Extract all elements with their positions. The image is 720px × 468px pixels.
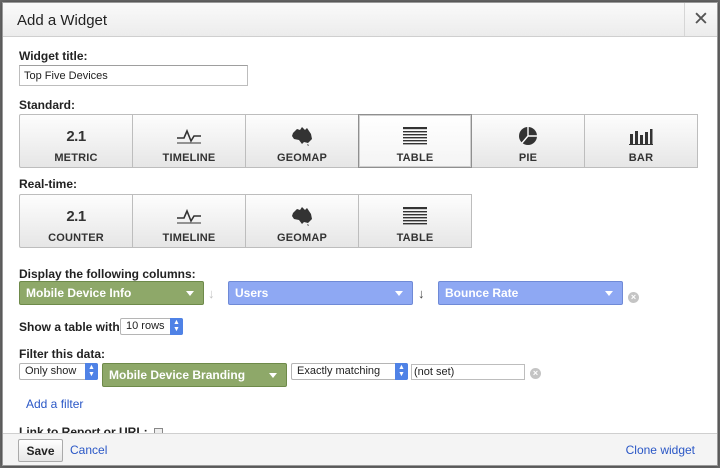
column-select-mobile-device-info[interactable]: Mobile Device Info: [19, 281, 204, 305]
close-button[interactable]: ✕: [684, 3, 717, 36]
filter-mode-value: Only show: [25, 365, 77, 377]
tile-label: TABLE: [396, 152, 434, 164]
widget-title-label: Widget title:: [19, 49, 88, 63]
tile-label: TIMELINE: [162, 232, 216, 244]
filter-value-input[interactable]: [411, 364, 525, 380]
caret-down-icon: [186, 291, 194, 296]
standard-timeline-tile[interactable]: TIMELINE: [132, 114, 246, 168]
filter-label: Filter this data:: [19, 347, 106, 361]
dialog-title: Add a Widget: [17, 12, 108, 29]
caret-down-icon: [605, 291, 613, 296]
stepper-icon: ▲ ▼: [85, 363, 98, 380]
arrow-down-icon: ↓: [418, 286, 425, 301]
tile-label: METRIC: [54, 152, 98, 164]
link-report-text: Link to Report or URL:: [19, 425, 148, 433]
column-select-value: Users: [235, 286, 269, 300]
standard-bar-tile[interactable]: BAR: [584, 114, 698, 168]
tile-label: TIMELINE: [162, 152, 216, 164]
column-select-users[interactable]: Users: [228, 281, 413, 305]
columns-label: Display the following columns:: [19, 267, 196, 281]
dialog-titlebar: Add a Widget ✕: [3, 3, 717, 37]
realtime-geomap-tile[interactable]: GEOMAP: [245, 194, 359, 248]
link-report-label: Link to Report or URL:: [19, 425, 163, 433]
filter-match-value: Exactly matching: [297, 365, 381, 377]
standard-metric-tile[interactable]: 2.1 METRIC: [19, 114, 133, 168]
caret-down-icon: [269, 373, 277, 378]
geomap-icon: [290, 204, 314, 228]
rows-select-value: 10 rows: [126, 320, 165, 332]
standard-geomap-tile[interactable]: GEOMAP: [245, 114, 359, 168]
number-icon: 2.1: [66, 127, 86, 145]
remove-column-icon[interactable]: ×: [628, 292, 639, 303]
filter-mode-select[interactable]: Only show ▲ ▼: [19, 363, 98, 380]
geomap-icon: [290, 124, 314, 148]
show-table-label: Show a table with: [19, 320, 120, 334]
tile-label: TABLE: [396, 232, 434, 244]
standard-pie-tile[interactable]: PIE: [471, 114, 585, 168]
tile-label: PIE: [518, 152, 538, 164]
rows-select[interactable]: 10 rows ▲ ▼: [120, 318, 183, 335]
realtime-widget-types: 2.1 COUNTER TIMELINE GEOMAP TABLE: [19, 194, 472, 248]
realtime-counter-tile[interactable]: 2.1 COUNTER: [19, 194, 133, 248]
cancel-link[interactable]: Cancel: [70, 443, 107, 457]
table-icon: [402, 204, 428, 228]
timeline-icon: [176, 204, 202, 228]
number-icon: 2.1: [66, 207, 86, 225]
column-select-value: Bounce Rate: [445, 286, 519, 300]
save-button[interactable]: Save: [18, 439, 63, 462]
column-select-value: Mobile Device Info: [26, 286, 132, 300]
close-icon: ✕: [693, 9, 709, 30]
arrow-down-icon: ↓: [208, 286, 215, 301]
dialog-footer: Save Cancel Clone widget: [3, 433, 717, 465]
tile-label: GEOMAP: [276, 152, 328, 164]
add-filter-link[interactable]: Add a filter: [26, 397, 83, 411]
timeline-icon: [176, 124, 202, 148]
realtime-label: Real-time:: [19, 177, 78, 191]
filter-match-select[interactable]: Exactly matching ▲ ▼: [291, 363, 408, 380]
pie-icon: [518, 124, 538, 148]
realtime-table-tile[interactable]: TABLE: [358, 194, 472, 248]
stepper-icon: ▲ ▼: [395, 363, 408, 380]
realtime-timeline-tile[interactable]: TIMELINE: [132, 194, 246, 248]
standard-label: Standard:: [19, 98, 76, 112]
tile-label: BAR: [628, 152, 654, 164]
dialog-content: Widget title: Standard: 2.1 METRIC TIMEL…: [3, 37, 717, 433]
caret-down-icon: [395, 291, 403, 296]
remove-filter-icon[interactable]: ×: [530, 368, 541, 379]
standard-table-tile[interactable]: TABLE: [358, 114, 472, 168]
bar-chart-icon: [629, 124, 653, 148]
tile-label: COUNTER: [48, 232, 104, 244]
standard-widget-types: 2.1 METRIC TIMELINE GEOMAP TABLE PIE BAR: [19, 114, 698, 168]
filter-dimension-select[interactable]: Mobile Device Branding: [102, 363, 287, 387]
add-widget-dialog: Add a Widget ✕ Widget title: Standard: 2…: [2, 2, 718, 466]
stepper-icon: ▲ ▼: [170, 318, 183, 335]
clone-widget-link[interactable]: Clone widget: [626, 443, 695, 457]
table-icon: [402, 124, 428, 148]
filter-dimension-value: Mobile Device Branding: [109, 368, 246, 382]
column-select-bounce-rate[interactable]: Bounce Rate: [438, 281, 623, 305]
tile-label: GEOMAP: [276, 232, 328, 244]
widget-title-input[interactable]: [19, 65, 248, 86]
